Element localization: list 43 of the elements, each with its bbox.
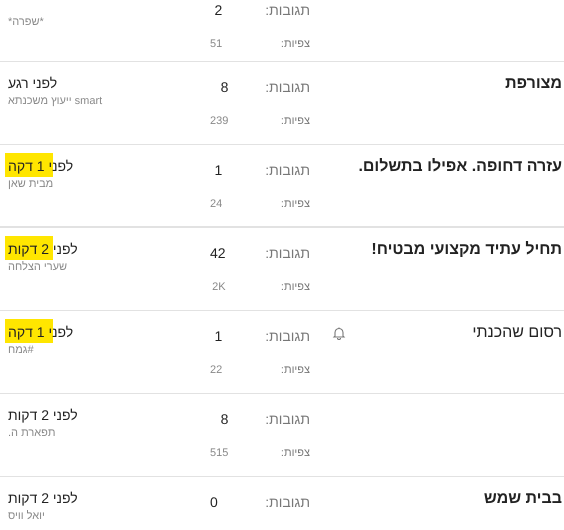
replies-count: 8 [220, 411, 228, 427]
views-label: צפיות: [280, 198, 310, 210]
views-label: צפיות: [280, 38, 310, 50]
views-count: 515 [210, 447, 228, 459]
thread-title[interactable]: מצורפת [505, 75, 562, 93]
post-time: לפני 2 דקות [8, 490, 78, 506]
thread-title[interactable]: עזרה דחופה. אפילו בתשלום. [358, 158, 562, 176]
views-count: 239 [210, 115, 228, 127]
replies-label: תגובות: [265, 411, 310, 427]
author-name[interactable]: #גמח [8, 344, 34, 356]
replies-label: תגובות: [265, 162, 310, 178]
replies-count: 2 [213, 2, 222, 18]
author-name[interactable]: *שפרה* [8, 16, 44, 28]
post-time: לפני 2 דקות [8, 241, 78, 257]
replies-label: תגובות: [265, 245, 310, 261]
author-name[interactable]: מבית שאן [8, 178, 54, 190]
replies-count: 1 [213, 162, 222, 178]
replies-label: תגובות: [265, 494, 310, 510]
replies-label: תגובות: [265, 2, 310, 18]
replies-count: 42 [210, 245, 226, 261]
author-name[interactable]: שערי הצלחה [8, 261, 68, 273]
replies-count: 0 [210, 494, 218, 510]
views-label: צפיות: [280, 447, 310, 459]
author-name[interactable]: smart ייעוץ משכנתא [8, 95, 102, 107]
thread-title[interactable]: בבית שמש [484, 490, 562, 508]
replies-count: 8 [220, 79, 228, 95]
views-count: 51 [210, 38, 222, 50]
thread-title[interactable]: תחיל עתיד מקצועי מבטיח! [371, 241, 562, 259]
views-count: 22 [210, 364, 222, 376]
views-label: צפיות: [280, 364, 310, 376]
views-count: 2K [211, 281, 226, 293]
views-label: צפיות: [280, 115, 310, 127]
replies-label: תגובות: [265, 328, 310, 344]
author-name[interactable]: תפארת ה. [8, 427, 56, 439]
replies-count: 1 [213, 328, 222, 344]
replies-label: תגובות: [265, 79, 310, 95]
post-time: לפני 2 דקות [8, 407, 78, 423]
thread-title[interactable]: רסום שהכנתי [472, 324, 562, 342]
views-count: 24 [210, 198, 222, 210]
bell-icon[interactable] [332, 326, 346, 340]
author-name[interactable]: יואל וויס [8, 510, 45, 522]
views-label: צפיות: [280, 281, 310, 293]
post-time: לפני רגע [8, 75, 58, 91]
